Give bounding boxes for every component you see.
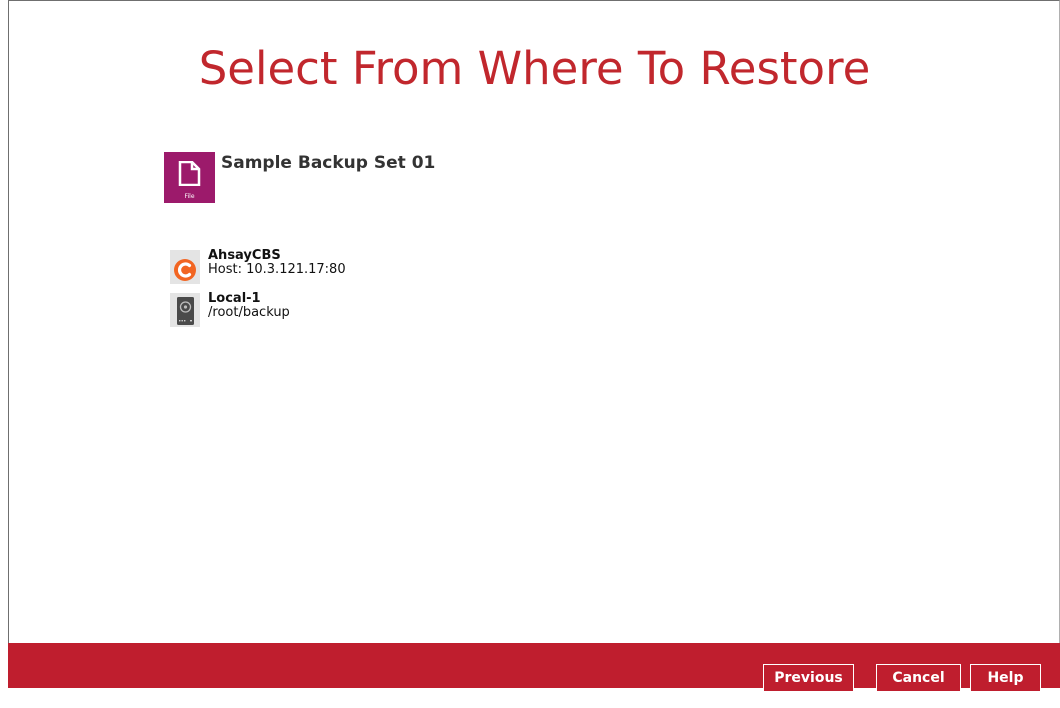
cancel-button[interactable]: Cancel bbox=[876, 664, 961, 692]
destination-detail: /root/backup bbox=[208, 305, 290, 320]
destination-item-ahsaycbs[interactable]: AhsayCBS Host: 10.3.121.17:80 bbox=[170, 248, 430, 284]
document-glyph bbox=[178, 161, 201, 186]
hard-drive-icon bbox=[170, 293, 200, 327]
file-icon: File bbox=[164, 152, 215, 203]
backup-set-name: Sample Backup Set 01 bbox=[221, 153, 436, 173]
destination-item-local-1[interactable]: Local-1 /root/backup bbox=[170, 291, 430, 327]
destination-detail: Host: 10.3.121.17:80 bbox=[208, 262, 346, 277]
previous-button[interactable]: Previous bbox=[763, 664, 854, 692]
footer-bar: Previous Cancel Help bbox=[8, 643, 1060, 692]
ahsay-logo-icon bbox=[170, 250, 200, 284]
help-button[interactable]: Help bbox=[970, 664, 1041, 692]
destination-name: AhsayCBS bbox=[208, 248, 281, 263]
backup-set-type-caption: File bbox=[184, 193, 195, 200]
page-title: Select From Where To Restore bbox=[198, 42, 871, 95]
destination-name: Local-1 bbox=[208, 291, 261, 306]
restore-wizard-panel: Select From Where To Restore File Sample… bbox=[8, 0, 1060, 688]
